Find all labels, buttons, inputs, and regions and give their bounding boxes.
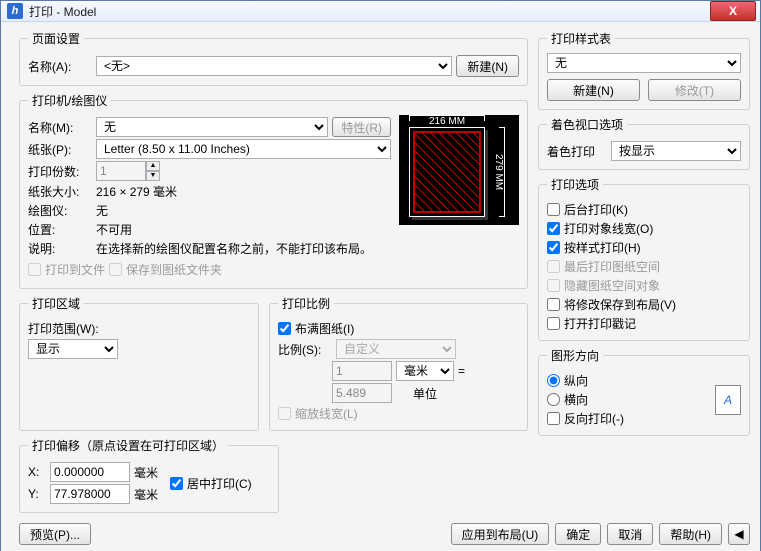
orient-landscape-radio[interactable]: 横向 — [547, 391, 715, 408]
preview-dim-height: 279 MM — [491, 127, 505, 217]
scale-equals: = — [458, 364, 465, 378]
print-to-file-check[interactable]: 打印到文件 — [28, 261, 105, 278]
offset-y-input[interactable] — [50, 484, 130, 504]
close-icon: X — [729, 4, 737, 18]
fit-to-paper-check[interactable]: 布满图纸(I) — [278, 320, 519, 337]
plot-style-select[interactable]: 无 — [547, 53, 741, 73]
help-button[interactable]: 帮助(H) — [659, 523, 722, 545]
printer-group: 打印机/绘图仪 名称(M): 无 特性(R) 纸张(P): Letter (8.… — [19, 92, 528, 289]
expand-button[interactable]: ◀ — [728, 523, 750, 545]
scale-unit-text: 单位 — [396, 385, 454, 402]
orient-upside-check[interactable]: 反向打印(-) — [547, 410, 715, 427]
scale-ratio-select[interactable]: 自定义 — [336, 339, 456, 359]
shade-plot-select[interactable]: 按显示 — [611, 141, 741, 161]
page-name-select[interactable]: <无> — [96, 56, 452, 76]
where-label: 位置: — [28, 221, 92, 238]
preview-dim-width: 216 MM — [409, 115, 485, 127]
dialog-footer: 预览(P)... 应用到布局(U) 确定 取消 帮助(H) ◀ — [19, 519, 750, 545]
orientation-icon: A — [715, 385, 741, 415]
apply-to-layout-button[interactable]: 应用到布局(U) — [451, 523, 550, 545]
save-to-sheet-check[interactable]: 保存到图纸文件夹 — [109, 261, 222, 278]
opt-hide-paperspace-check[interactable]: 隐藏图纸空间对象 — [547, 277, 741, 294]
orient-portrait-radio[interactable]: 纵向 — [547, 372, 715, 389]
print-area-legend: 打印区域 — [28, 295, 84, 312]
plotter-value: 无 — [96, 202, 108, 219]
paper-size-value: 216 × 279 毫米 — [96, 183, 177, 200]
print-scale-legend: 打印比例 — [278, 295, 334, 312]
paper-size-label: 纸张大小: — [28, 183, 92, 200]
page-new-button[interactable]: 新建(N) — [456, 55, 519, 77]
ok-button[interactable]: 确定 — [555, 523, 601, 545]
plotter-label: 绘图仪: — [28, 202, 92, 219]
shaded-viewport-group: 着色视口选项 着色打印 按显示 — [538, 116, 750, 170]
scale-den-input[interactable] — [332, 383, 392, 403]
printer-name-label: 名称(M): — [28, 119, 92, 136]
preview-button[interactable]: 预览(P)... — [19, 523, 91, 545]
scale-num-input[interactable] — [332, 361, 392, 381]
shade-plot-label: 着色打印 — [547, 143, 607, 160]
print-range-label: 打印范围(W): — [28, 320, 99, 337]
print-area-group: 打印区域 打印范围(W): 显示 — [19, 295, 259, 431]
opt-plot-styles-check[interactable]: 按样式打印(H) — [547, 239, 741, 256]
copies-up-icon[interactable]: ▲ — [146, 161, 160, 171]
printer-legend: 打印机/绘图仪 — [28, 92, 111, 109]
offset-x-input[interactable] — [50, 462, 130, 482]
paper-label: 纸张(P): — [28, 141, 92, 158]
opt-save-layout-check[interactable]: 将修改保存到布局(V) — [547, 296, 741, 313]
printer-name-select[interactable]: 无 — [96, 117, 328, 137]
cancel-button[interactable]: 取消 — [607, 523, 653, 545]
app-icon: h — [7, 3, 23, 19]
center-plot-check[interactable]: 居中打印(C) — [170, 475, 252, 492]
chevron-left-icon: ◀ — [734, 527, 743, 541]
opt-lineweights-check[interactable]: 打印对象线宽(O) — [547, 220, 741, 237]
plot-options-group: 打印选项 后台打印(K) 打印对象线宽(O) 按样式打印(H) 最后打印图纸空间… — [538, 176, 750, 341]
plot-style-edit-button[interactable]: 修改(T) — [648, 79, 741, 101]
page-setup-group: 页面设置 名称(A): <无> 新建(N) — [19, 30, 528, 86]
print-offset-group: 打印偏移（原点设置在可打印区域） X: 毫米 Y: 毫米 — [19, 437, 279, 513]
preview-print-area — [413, 131, 481, 213]
print-offset-legend: 打印偏移（原点设置在可打印区域） — [28, 437, 228, 454]
desc-value: 在选择新的绘图仪配置名称之前，不能打印该布局。 — [96, 240, 391, 257]
titlebar: h 打印 - Model X — [1, 1, 760, 22]
opt-background-check[interactable]: 后台打印(K) — [547, 201, 741, 218]
offset-y-unit: 毫米 — [134, 486, 158, 503]
copies-input[interactable] — [96, 161, 146, 181]
plot-style-legend: 打印样式表 — [547, 30, 615, 47]
plot-style-new-button[interactable]: 新建(N) — [547, 79, 640, 101]
scale-ratio-label: 比例(S): — [278, 341, 332, 358]
page-setup-legend: 页面设置 — [28, 30, 84, 47]
opt-plot-stamp-check[interactable]: 打开打印戳记 — [547, 315, 741, 332]
opt-paperspace-last-check[interactable]: 最后打印图纸空间 — [547, 258, 741, 275]
offset-x-label: X: — [28, 465, 46, 479]
scale-lineweight-check[interactable]: 缩放线宽(L) — [278, 405, 519, 422]
plot-options-legend: 打印选项 — [547, 176, 603, 193]
print-scale-group: 打印比例 布满图纸(I) 比例(S): 自定义 毫米 = — [269, 295, 528, 431]
shaded-viewport-legend: 着色视口选项 — [547, 116, 627, 133]
paper-preview: 216 MM 279 MM — [399, 115, 519, 225]
copies-down-icon[interactable]: ▼ — [146, 171, 160, 181]
copies-stepper[interactable]: ▲▼ — [96, 161, 160, 181]
print-range-select[interactable]: 显示 — [28, 339, 118, 359]
print-dialog: h 打印 - Model X 页面设置 名称(A): <无> 新建(N) 打印机… — [0, 0, 761, 513]
orientation-group: 图形方向 纵向 横向 反向打印(-) A — [538, 347, 750, 436]
printer-properties-button[interactable]: 特性(R) — [332, 117, 391, 137]
close-button[interactable]: X — [710, 1, 756, 21]
window-title: 打印 - Model — [29, 3, 710, 20]
offset-y-label: Y: — [28, 487, 46, 501]
plot-style-group: 打印样式表 无 新建(N) 修改(T) — [538, 30, 750, 110]
where-value: 不可用 — [96, 221, 132, 238]
copies-label: 打印份数: — [28, 163, 92, 180]
orientation-legend: 图形方向 — [547, 347, 603, 364]
offset-x-unit: 毫米 — [134, 464, 158, 481]
paper-select[interactable]: Letter (8.50 x 11.00 Inches) — [96, 139, 391, 159]
desc-label: 说明: — [28, 240, 92, 257]
page-name-label: 名称(A): — [28, 58, 92, 75]
scale-unit-select[interactable]: 毫米 — [396, 361, 454, 381]
